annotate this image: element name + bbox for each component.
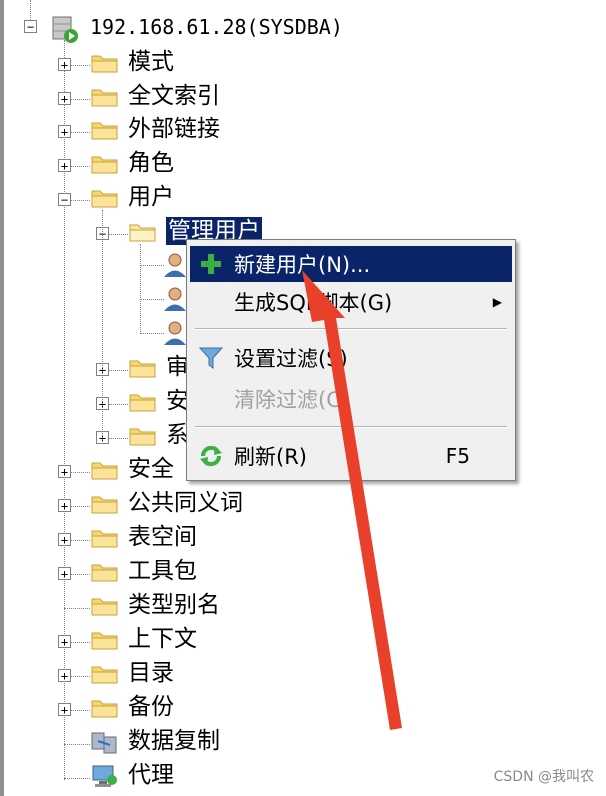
annotation-arrow [302, 270, 402, 730]
watermark: CSDN @我叫农 [493, 769, 594, 785]
